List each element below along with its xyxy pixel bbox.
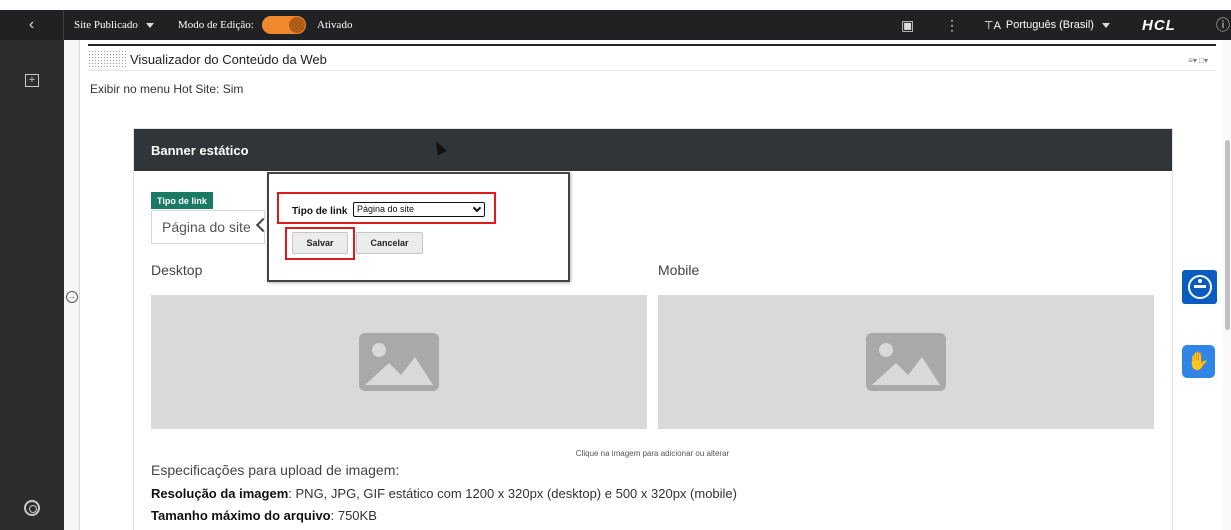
accessibility-button[interactable] (1182, 270, 1217, 304)
highlight-select-box (277, 192, 496, 224)
mobile-label: Mobile (658, 262, 700, 278)
preview-icon[interactable]: ▣ (901, 10, 914, 40)
edit-mode-label: Modo de Edição: (178, 19, 254, 31)
banner-card-title: Banner estático (134, 129, 1172, 171)
edit-mode-toggle[interactable] (256, 10, 316, 40)
hcl-logo: HCL (1142, 16, 1176, 34)
language-selector[interactable]: ⊤A Português (Brasil) (984, 10, 1110, 40)
hands-icon: ✋ (1187, 351, 1210, 371)
spec-size-value: : 750KB (330, 508, 377, 523)
highlight-save-box (285, 227, 355, 260)
image-icon (866, 333, 946, 391)
chevron-down-icon (145, 22, 154, 28)
chevron-down-icon (1101, 22, 1110, 28)
info-icon[interactable]: ⓘ (1216, 10, 1230, 40)
translate-icon: ⊤A (984, 19, 1001, 32)
scrollbar-thumb[interactable] (1225, 140, 1230, 330)
tipo-link-tag: Tipo de link (151, 192, 213, 209)
mobile-image-placeholder[interactable] (658, 295, 1154, 429)
add-content-icon[interactable]: + (25, 74, 39, 87)
spec-size: Tamanho máximo do arquivo: 750KB (151, 508, 377, 523)
spec-resolution-label: Resolução da imagem (151, 486, 289, 501)
top-toolbar: ‹ Site Publicado Modo de Edição: Ativado… (0, 10, 1231, 40)
more-options-icon[interactable]: ⋮ (945, 10, 959, 40)
site-status-dropdown[interactable]: Site Publicado (74, 10, 154, 40)
help-lifebuoy-icon[interactable] (24, 500, 40, 516)
back-icon[interactable]: ‹ (0, 10, 64, 40)
spec-resolution: Resolução da imagem: PNG, JPG, GIF estát… (151, 486, 737, 501)
specs-title: Especificações para upload de imagem: (151, 462, 400, 478)
sign-language-button[interactable]: ✋ (1182, 345, 1215, 378)
site-status-label: Site Publicado (74, 19, 138, 31)
portlet-title: Visualizador do Conteúdo da Web (130, 52, 327, 67)
cancel-button[interactable]: Cancelar (356, 232, 423, 254)
toggle-knob (289, 17, 305, 33)
desktop-image-placeholder[interactable] (151, 295, 647, 429)
desktop-label: Desktop (151, 262, 203, 278)
image-icon (359, 333, 439, 391)
spec-resolution-value: : PNG, JPG, GIF estático com 1200 x 320p… (288, 486, 737, 501)
portlet-header: Visualizador do Conteúdo da Web ≡▾ □▾ (88, 44, 1216, 71)
edit-mode-state: Ativado (317, 19, 353, 31)
expand-panel-icon[interactable]: → (66, 291, 78, 303)
hotsite-info: Exibir no menu Hot Site: Sim (90, 82, 244, 96)
spec-size-label: Tamanho máximo do arquivo (151, 508, 331, 523)
accessibility-icon (1187, 275, 1212, 299)
tipo-link-field[interactable]: Página do site (151, 210, 265, 244)
upload-hint: Clique na imagem para adicionar ou alter… (575, 449, 730, 458)
language-label: Português (Brasil) (1005, 19, 1094, 31)
drag-handle-icon[interactable] (88, 50, 126, 68)
toggle-switch[interactable] (262, 16, 306, 34)
portlet-controls-icon[interactable]: ≡▾ □▾ (1188, 56, 1208, 65)
